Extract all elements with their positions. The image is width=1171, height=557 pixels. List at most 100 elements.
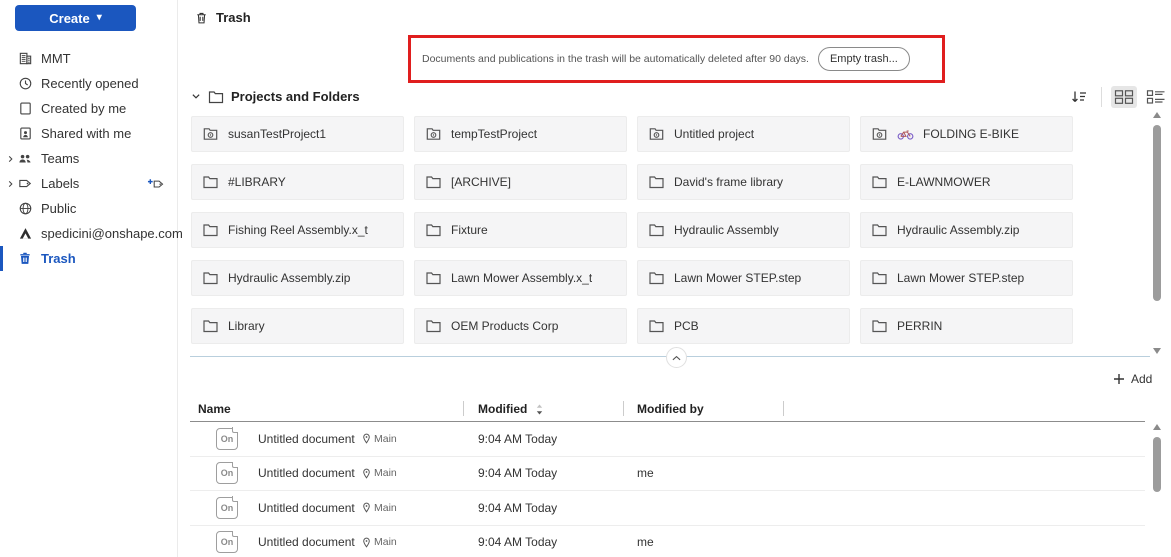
column-divider[interactable] [463,401,464,416]
onshape-document-icon: On [216,531,238,553]
card-label: Fixture [451,223,488,237]
folder-card[interactable]: E-LAWNMOWER [860,164,1073,200]
folder-card[interactable]: Hydraulic Assembly.zip [860,212,1073,248]
table-row[interactable]: On Untitled document Main 9:04 AM Today … [190,526,1145,557]
chevron-down-icon[interactable] [191,92,201,101]
project-card[interactable]: FOLDING E-BIKE [860,116,1073,152]
scroll-up-arrow-icon[interactable] [1153,424,1161,430]
document-icon [16,101,34,117]
sidebar-item-label: Recently opened [41,76,139,91]
card-label: Lawn Mower STEP.step [897,271,1024,285]
project-card[interactable]: susanTestProject1 [191,116,404,152]
chevron-right-icon[interactable] [4,155,16,163]
workspace-pin-icon [362,502,371,513]
card-label: Hydraulic Assembly [674,223,779,237]
card-label: #LIBRARY [228,175,286,189]
project-card[interactable]: tempTestProject [414,116,627,152]
scrollbar-thumb[interactable] [1153,125,1161,301]
column-divider[interactable] [783,401,784,416]
empty-trash-button[interactable]: Empty trash... [818,47,910,71]
modified-by: me [637,466,654,480]
folder-card[interactable]: Lawn Mower STEP.step [860,260,1073,296]
workspace-pin-icon [362,537,371,548]
folder-card[interactable]: Fishing Reel Assembly.x_t [191,212,404,248]
table-row[interactable]: On Untitled document Main 9:04 AM Today … [190,457,1145,492]
workspace-pin-icon [362,433,371,444]
grid-view-button[interactable] [1111,86,1137,108]
add-button[interactable]: Add [1107,371,1158,387]
globe-icon [16,201,34,217]
folder-icon [871,175,888,189]
table-row[interactable]: On Untitled document Main 9:04 AM Today [190,422,1145,457]
trash-title-icon [195,11,208,25]
folder-card[interactable]: David's frame library [637,164,850,200]
folder-card[interactable]: #LIBRARY [191,164,404,200]
onshape-document-icon: On [216,462,238,484]
table-scrollbar[interactable] [1151,424,1163,556]
column-header-name[interactable]: Name [198,402,231,416]
sidebar-item-recently-opened[interactable]: Recently opened [0,71,177,96]
column-header-modified-by[interactable]: Modified by [637,402,704,416]
main-content: Trash Documents and publications in the … [178,0,1171,557]
folder-card[interactable]: Hydraulic Assembly.zip [191,260,404,296]
bike-icon [897,128,914,140]
shared-document-icon [16,126,34,142]
table-row[interactable]: On Untitled document Main 9:04 AM Today [190,491,1145,526]
sidebar-item-label: spedicini@onshape.com [41,226,183,241]
folder-card[interactable]: [ARCHIVE] [414,164,627,200]
sidebar-item-created-by-me[interactable]: Created by me [0,96,177,121]
list-view-button[interactable] [1143,86,1169,108]
card-label: Untitled project [674,127,754,141]
add-label-icon[interactable] [147,178,165,190]
page-title: Trash [216,10,251,25]
scroll-down-arrow-icon[interactable] [1153,348,1161,354]
grid-scrollbar[interactable] [1151,112,1163,358]
sidebar-item-drive-account[interactable]: spedicini@onshape.com [0,221,177,246]
folder-icon [202,223,219,237]
trash-icon [16,251,34,267]
folder-card[interactable]: Lawn Mower STEP.step [637,260,850,296]
company-icon [16,51,34,67]
sidebar-item-label: Shared with me [41,126,131,141]
folder-card[interactable]: PERRIN [860,308,1073,344]
sidebar-item-shared-with-me[interactable]: Shared with me [0,121,177,146]
sidebar-item-trash[interactable]: Trash [0,246,177,271]
sidebar-item-public[interactable]: Public [0,196,177,221]
card-label: David's frame library [674,175,783,189]
folder-card[interactable]: OEM Products Corp [414,308,627,344]
project-card[interactable]: Untitled project [637,116,850,152]
sort-descending-icon[interactable] [1066,86,1092,108]
project-icon [871,126,888,142]
sidebar-item-labels[interactable]: Labels [0,171,177,196]
create-button[interactable]: Create ▾ [15,5,136,31]
sidebar-item-label: MMT [41,51,71,66]
branch-indicator: Main [362,536,397,548]
sidebar-item-label: Created by me [41,101,126,116]
projects-folders-grid: susanTestProject1 tempTestProject Untitl… [191,116,1073,344]
sidebar-item-label: Labels [41,176,79,191]
branch-indicator: Main [362,467,397,479]
folder-card[interactable]: Lawn Mower Assembly.x_t [414,260,627,296]
collapse-grid-button[interactable] [666,347,687,368]
modified-time: 9:04 AM Today [478,535,557,549]
scrollbar-thumb[interactable] [1153,437,1161,492]
chevron-right-icon[interactable] [4,180,16,188]
folder-card[interactable]: Fixture [414,212,627,248]
folder-card[interactable]: Library [191,308,404,344]
sidebar: Create ▾ MMT Recently opened [0,0,178,557]
card-label: PERRIN [897,319,942,333]
sidebar-item-teams[interactable]: Teams [0,146,177,171]
branch-indicator: Main [362,502,397,514]
card-label: OEM Products Corp [451,319,558,333]
project-icon [425,126,442,142]
onshape-document-icon: On [216,428,238,450]
column-header-modified[interactable]: Modified [478,402,544,416]
folder-card[interactable]: PCB [637,308,850,344]
column-divider[interactable] [623,401,624,416]
projects-folders-section-header[interactable]: Projects and Folders [191,89,360,104]
folder-card[interactable]: Hydraulic Assembly [637,212,850,248]
card-label: susanTestProject1 [228,127,326,141]
scroll-up-arrow-icon[interactable] [1153,112,1161,118]
branch-indicator: Main [362,433,397,445]
sidebar-item-mmt[interactable]: MMT [0,46,177,71]
